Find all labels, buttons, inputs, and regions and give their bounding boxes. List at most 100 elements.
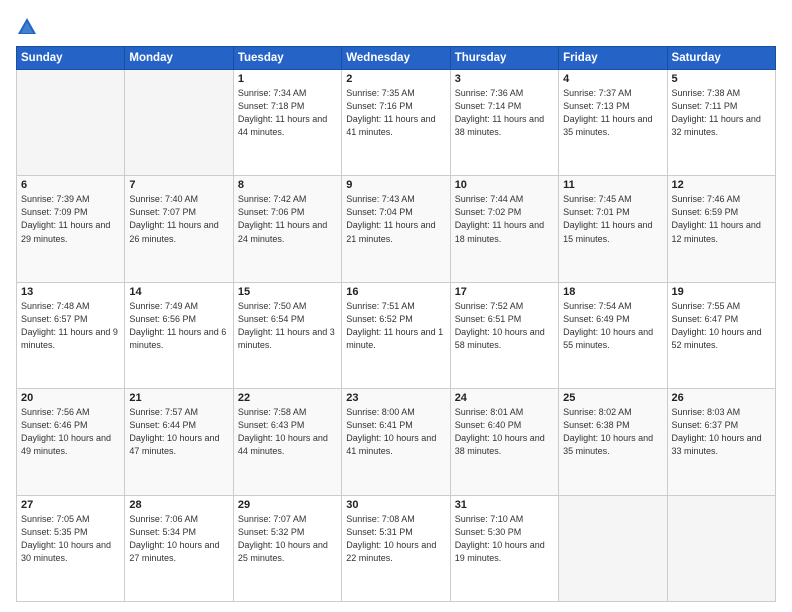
day-info: Sunrise: 7:10 AMSunset: 5:30 PMDaylight:… xyxy=(455,513,554,565)
calendar-cell: 3 Sunrise: 7:36 AMSunset: 7:14 PMDaylight… xyxy=(450,70,558,176)
day-number: 7 xyxy=(129,179,228,191)
day-number: 23 xyxy=(346,392,445,404)
day-info: Sunrise: 8:01 AMSunset: 6:40 PMDaylight:… xyxy=(455,406,554,458)
calendar-cell: 10Sunrise: 7:44 AMSunset: 7:02 PMDayligh… xyxy=(450,176,558,282)
day-info: Sunrise: 7:07 AMSunset: 5:32 PMDaylight:… xyxy=(238,513,337,565)
calendar-week-row: 20 Sunrise: 7:56 AMSunset: 6:46 PMDayligh… xyxy=(17,389,776,495)
day-info: Sunrise: 7:57 AMSunset: 6:44 PMDaylight:… xyxy=(129,406,228,458)
day-number: 8 xyxy=(238,179,337,191)
day-info: Sunrise: 7:08 AMSunset: 5:31 PMDaylight:… xyxy=(346,513,445,565)
day-info: Sunrise: 7:43 AMSunset: 7:04 PMDaylight:… xyxy=(346,193,445,245)
page: SundayMondayTuesdayWednesdayThursdayFrid… xyxy=(0,0,792,612)
day-number: 31 xyxy=(455,499,554,511)
day-info: Sunrise: 7:40 AMSunset: 7:07 PMDaylight:… xyxy=(129,193,228,245)
day-number: 17 xyxy=(455,286,554,298)
day-number: 14 xyxy=(129,286,228,298)
day-info: Sunrise: 8:02 AMSunset: 6:38 PMDaylight:… xyxy=(563,406,662,458)
calendar-cell: 18Sunrise: 7:54 AMSunset: 6:49 PMDayligh… xyxy=(559,282,667,388)
day-number: 25 xyxy=(563,392,662,404)
logo-icon xyxy=(16,16,38,38)
calendar-cell: 13Sunrise: 7:48 AMSunset: 6:57 PMDayligh… xyxy=(17,282,125,388)
day-number: 26 xyxy=(672,392,771,404)
calendar-cell: 26 Sunrise: 8:03 AMSunset: 6:37 PMDayligh… xyxy=(667,389,775,495)
calendar-cell: 31 Sunrise: 7:10 AMSunset: 5:30 PMDayligh… xyxy=(450,495,558,601)
day-number: 15 xyxy=(238,286,337,298)
day-number: 10 xyxy=(455,179,554,191)
day-info: Sunrise: 7:35 AMSunset: 7:16 PMDaylight:… xyxy=(346,87,445,139)
day-info: Sunrise: 7:36 AMSunset: 7:14 PMDaylight:… xyxy=(455,87,554,139)
day-number: 28 xyxy=(129,499,228,511)
day-info: Sunrise: 7:52 AMSunset: 6:51 PMDaylight:… xyxy=(455,300,554,352)
calendar-cell: 30 Sunrise: 7:08 AMSunset: 5:31 PMDayligh… xyxy=(342,495,450,601)
calendar-table: SundayMondayTuesdayWednesdayThursdayFrid… xyxy=(16,46,776,602)
day-number: 16 xyxy=(346,286,445,298)
calendar-cell xyxy=(559,495,667,601)
calendar-cell: 11Sunrise: 7:45 AMSunset: 7:01 PMDayligh… xyxy=(559,176,667,282)
day-number: 30 xyxy=(346,499,445,511)
calendar-cell: 20 Sunrise: 7:56 AMSunset: 6:46 PMDayligh… xyxy=(17,389,125,495)
day-number: 27 xyxy=(21,499,120,511)
day-number: 3 xyxy=(455,73,554,85)
day-number: 1 xyxy=(238,73,337,85)
day-info: Sunrise: 7:34 AMSunset: 7:18 PMDaylight:… xyxy=(238,87,337,139)
calendar-cell: 6 Sunrise: 7:39 AMSunset: 7:09 PMDaylight… xyxy=(17,176,125,282)
calendar-cell: 1 Sunrise: 7:34 AMSunset: 7:18 PMDaylight… xyxy=(233,70,341,176)
weekday-header: Tuesday xyxy=(233,47,341,70)
day-info: Sunrise: 7:37 AMSunset: 7:13 PMDaylight:… xyxy=(563,87,662,139)
calendar-cell xyxy=(17,70,125,176)
weekday-header: Wednesday xyxy=(342,47,450,70)
day-number: 20 xyxy=(21,392,120,404)
calendar-cell: 4 Sunrise: 7:37 AMSunset: 7:13 PMDaylight… xyxy=(559,70,667,176)
calendar-cell: 28 Sunrise: 7:06 AMSunset: 5:34 PMDayligh… xyxy=(125,495,233,601)
calendar-cell: 16 Sunrise: 7:51 AMSunset: 6:52 PMDayligh… xyxy=(342,282,450,388)
weekday-header-row: SundayMondayTuesdayWednesdayThursdayFrid… xyxy=(17,47,776,70)
calendar-cell: 8 Sunrise: 7:42 AMSunset: 7:06 PMDaylight… xyxy=(233,176,341,282)
day-number: 29 xyxy=(238,499,337,511)
calendar-cell: 5 Sunrise: 7:38 AMSunset: 7:11 PMDaylight… xyxy=(667,70,775,176)
calendar-cell: 14 Sunrise: 7:49 AMSunset: 6:56 PMDayligh… xyxy=(125,282,233,388)
day-info: Sunrise: 7:46 AMSunset: 6:59 PMDaylight:… xyxy=(672,193,771,245)
calendar-cell: 23 Sunrise: 8:00 AMSunset: 6:41 PMDayligh… xyxy=(342,389,450,495)
logo xyxy=(16,16,42,38)
day-info: Sunrise: 8:00 AMSunset: 6:41 PMDaylight:… xyxy=(346,406,445,458)
calendar-cell: 7 Sunrise: 7:40 AMSunset: 7:07 PMDaylight… xyxy=(125,176,233,282)
weekday-header: Friday xyxy=(559,47,667,70)
calendar-cell: 9 Sunrise: 7:43 AMSunset: 7:04 PMDaylight… xyxy=(342,176,450,282)
calendar-cell: 29 Sunrise: 7:07 AMSunset: 5:32 PMDayligh… xyxy=(233,495,341,601)
calendar-cell: 19 Sunrise: 7:55 AMSunset: 6:47 PMDayligh… xyxy=(667,282,775,388)
day-number: 12 xyxy=(672,179,771,191)
day-info: Sunrise: 7:55 AMSunset: 6:47 PMDaylight:… xyxy=(672,300,771,352)
calendar-cell: 25 Sunrise: 8:02 AMSunset: 6:38 PMDayligh… xyxy=(559,389,667,495)
day-number: 2 xyxy=(346,73,445,85)
day-info: Sunrise: 7:45 AMSunset: 7:01 PMDaylight:… xyxy=(563,193,662,245)
calendar-cell: 12 Sunrise: 7:46 AMSunset: 6:59 PMDayligh… xyxy=(667,176,775,282)
day-info: Sunrise: 7:58 AMSunset: 6:43 PMDaylight:… xyxy=(238,406,337,458)
day-info: Sunrise: 8:03 AMSunset: 6:37 PMDaylight:… xyxy=(672,406,771,458)
day-number: 9 xyxy=(346,179,445,191)
day-info: Sunrise: 7:51 AMSunset: 6:52 PMDaylight:… xyxy=(346,300,445,352)
calendar-cell: 2 Sunrise: 7:35 AMSunset: 7:16 PMDaylight… xyxy=(342,70,450,176)
day-info: Sunrise: 7:38 AMSunset: 7:11 PMDaylight:… xyxy=(672,87,771,139)
day-number: 24 xyxy=(455,392,554,404)
day-info: Sunrise: 7:56 AMSunset: 6:46 PMDaylight:… xyxy=(21,406,120,458)
day-number: 4 xyxy=(563,73,662,85)
day-number: 6 xyxy=(21,179,120,191)
day-number: 5 xyxy=(672,73,771,85)
day-info: Sunrise: 7:54 AMSunset: 6:49 PMDaylight:… xyxy=(563,300,662,352)
day-number: 22 xyxy=(238,392,337,404)
calendar-cell xyxy=(125,70,233,176)
calendar-cell: 27 Sunrise: 7:05 AMSunset: 5:35 PMDayligh… xyxy=(17,495,125,601)
calendar-week-row: 1 Sunrise: 7:34 AMSunset: 7:18 PMDaylight… xyxy=(17,70,776,176)
day-number: 21 xyxy=(129,392,228,404)
calendar-cell: 24 Sunrise: 8:01 AMSunset: 6:40 PMDayligh… xyxy=(450,389,558,495)
day-info: Sunrise: 7:06 AMSunset: 5:34 PMDaylight:… xyxy=(129,513,228,565)
day-info: Sunrise: 7:49 AMSunset: 6:56 PMDaylight:… xyxy=(129,300,228,352)
day-info: Sunrise: 7:42 AMSunset: 7:06 PMDaylight:… xyxy=(238,193,337,245)
day-number: 19 xyxy=(672,286,771,298)
calendar-cell: 17 Sunrise: 7:52 AMSunset: 6:51 PMDayligh… xyxy=(450,282,558,388)
day-info: Sunrise: 7:05 AMSunset: 5:35 PMDaylight:… xyxy=(21,513,120,565)
weekday-header: Monday xyxy=(125,47,233,70)
weekday-header: Sunday xyxy=(17,47,125,70)
day-info: Sunrise: 7:39 AMSunset: 7:09 PMDaylight:… xyxy=(21,193,120,245)
day-info: Sunrise: 7:48 AMSunset: 6:57 PMDaylight:… xyxy=(21,300,120,352)
